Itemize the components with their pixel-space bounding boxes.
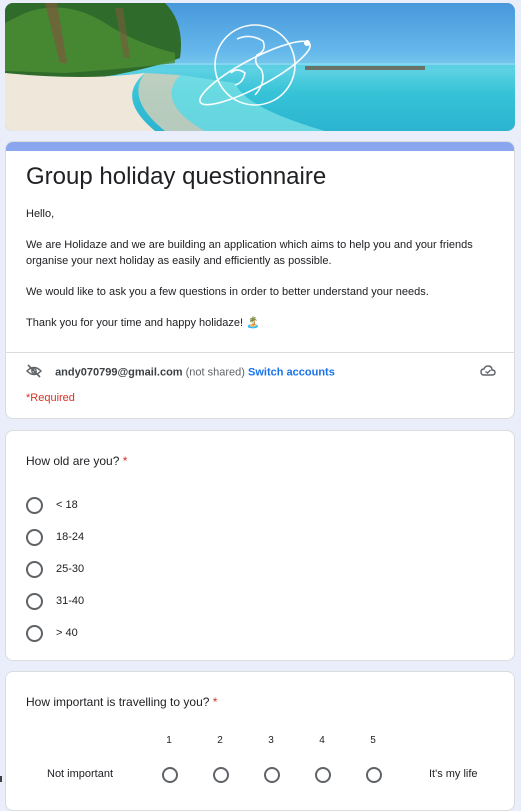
option-label: > 40 — [56, 627, 78, 639]
required-note: *Required — [26, 392, 75, 404]
description-line: Hello, — [26, 208, 55, 220]
radio-button[interactable] — [26, 496, 43, 514]
option-label: 25-30 — [56, 563, 85, 575]
scale-radio-3[interactable] — [264, 767, 280, 783]
question-title: How important is travelling to you? * — [26, 695, 217, 709]
radio-button[interactable] — [26, 624, 43, 642]
scale-number: 1 — [166, 735, 172, 746]
age-option[interactable]: < 18 — [26, 489, 84, 521]
age-option[interactable]: 31-40 — [26, 585, 84, 617]
scale-low-label: Not important — [47, 768, 114, 780]
scale-high-label: It's my life — [429, 768, 478, 780]
age-option[interactable]: 25-30 — [26, 553, 84, 585]
divider — [6, 352, 514, 353]
form-title: Group holiday questionnaire — [26, 163, 327, 190]
age-options: < 18 18-24 25-30 31-40 > 40 — [26, 489, 84, 649]
scale-radio-1[interactable] — [162, 767, 178, 783]
scale-number: 5 — [370, 735, 376, 746]
account-row: andy070799@gmail.com (not shared) Switch… — [26, 364, 496, 380]
edge-mark — [0, 776, 2, 782]
description-line: We would like to ask you a few questions… — [26, 286, 429, 298]
header-banner-image — [5, 3, 515, 131]
question-card-travel-importance: How important is travelling to you? * 1 … — [5, 671, 515, 811]
eye-off-icon — [26, 364, 42, 381]
option-label: 31-40 — [56, 595, 85, 607]
age-option[interactable]: > 40 — [26, 617, 84, 649]
scale-radio-5[interactable] — [366, 767, 382, 783]
description-line: We are Holidaze and we are building an a… — [26, 239, 473, 267]
scale-number: 3 — [268, 735, 274, 746]
question-card-age: How old are you? * < 18 18-24 25-30 31-4… — [5, 430, 515, 661]
form-header-card: Group holiday questionnaire Hello, We ar… — [5, 141, 515, 419]
radio-button[interactable] — [26, 592, 43, 610]
form-accent-bar — [6, 142, 514, 151]
question-text: How old are you? — [26, 454, 120, 468]
scale-number: 2 — [217, 735, 223, 746]
description-line: Thank you for your time and happy holida… — [26, 317, 260, 329]
account-email: andy070799@gmail.com — [55, 366, 183, 379]
switch-accounts-link[interactable]: Switch accounts — [248, 366, 335, 378]
question-title: How old are you? * — [26, 454, 127, 468]
required-asterisk: * — [122, 454, 128, 468]
cloud-saved-icon — [480, 364, 496, 381]
scale-number: 4 — [319, 735, 325, 746]
option-label: < 18 — [56, 499, 78, 511]
scale-radio-2[interactable] — [213, 767, 229, 783]
not-shared-note: (not shared) — [185, 366, 245, 379]
required-asterisk: * — [212, 695, 218, 709]
age-option[interactable]: 18-24 — [26, 521, 84, 553]
scale-radio-4[interactable] — [315, 767, 331, 783]
radio-button[interactable] — [26, 560, 43, 578]
option-label: 18-24 — [56, 531, 85, 543]
question-text: How important is travelling to you? — [26, 695, 210, 709]
radio-button[interactable] — [26, 528, 43, 546]
form-description: Hello, We are Holidaze and we are buildi… — [26, 206, 496, 346]
